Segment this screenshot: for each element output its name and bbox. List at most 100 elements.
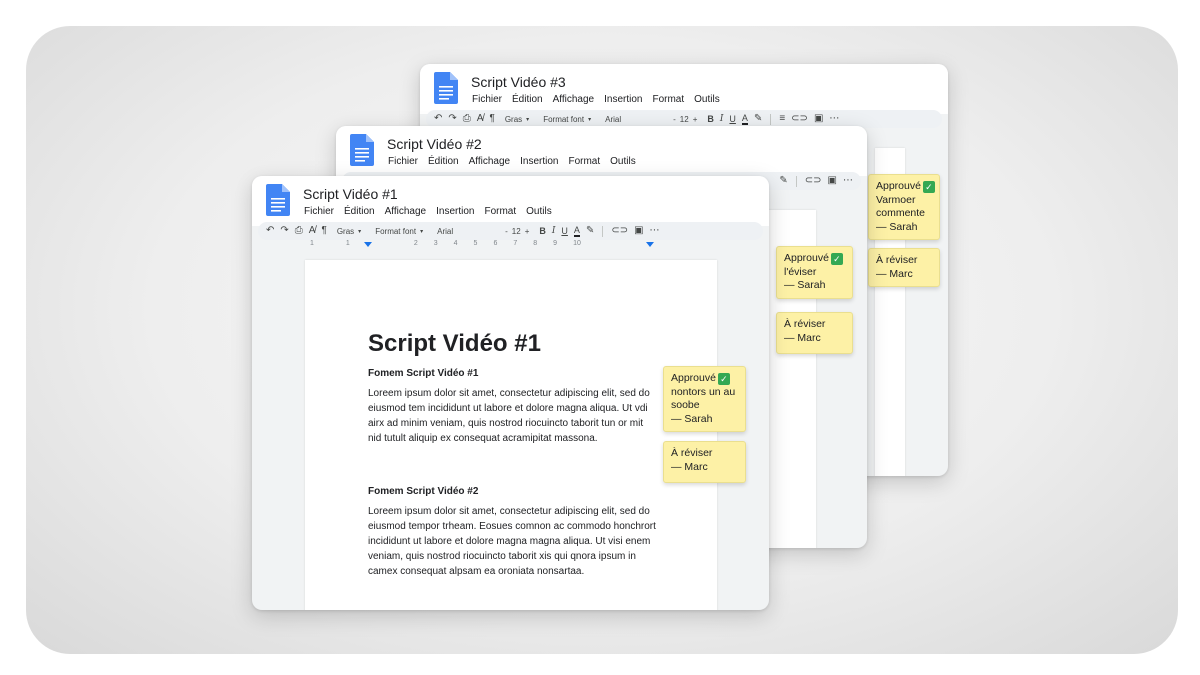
underline-button[interactable]: U bbox=[729, 114, 736, 124]
font-select[interactable]: Arial bbox=[601, 115, 663, 124]
bold-button[interactable]: B bbox=[539, 226, 546, 236]
redo-icon[interactable]: ↷ bbox=[280, 222, 288, 240]
chevron-down-icon: ▾ bbox=[420, 228, 424, 235]
comment-status: Approuvé bbox=[876, 180, 921, 192]
menu-edition[interactable]: Édition bbox=[343, 206, 376, 217]
comment-line: nontors un au bbox=[671, 385, 736, 398]
comment-revise[interactable]: À réviser — Marc bbox=[663, 441, 746, 483]
highlight-icon[interactable]: ✎ bbox=[779, 172, 787, 190]
menu-affichage[interactable]: Affichage bbox=[552, 94, 596, 105]
text-color-button[interactable]: A bbox=[741, 113, 748, 125]
check-icon: ✓ bbox=[922, 181, 935, 193]
comment-revise[interactable]: À réviser — Marc bbox=[776, 312, 853, 354]
menu-affichage[interactable]: Affichage bbox=[384, 206, 428, 217]
ruler-number: 4 bbox=[453, 240, 458, 247]
menu-fichier[interactable]: Fichier bbox=[303, 206, 335, 217]
comment-revise[interactable]: À réviser — Marc bbox=[868, 248, 940, 287]
menu-outils[interactable]: Outils bbox=[609, 156, 637, 167]
comment-line: Approuvé ✓ bbox=[784, 252, 845, 266]
toolbar-divider bbox=[795, 175, 797, 187]
format-select-value: Format font bbox=[375, 226, 417, 236]
comment-approved[interactable]: Approuvé ✓ nontors un au soobe — Sarah bbox=[663, 366, 746, 432]
ruler[interactable]: 1 1 2 3 4 5 6 7 8 9 10 bbox=[252, 240, 769, 250]
google-docs-icon[interactable] bbox=[266, 184, 290, 216]
menu-edition[interactable]: Édition bbox=[427, 156, 460, 167]
check-icon: ✓ bbox=[717, 373, 730, 385]
highlight-icon[interactable]: ✎ bbox=[586, 222, 594, 240]
italic-button[interactable]: I bbox=[720, 114, 724, 124]
font-size-field[interactable]: -12 + bbox=[501, 227, 533, 236]
chevron-down-icon: ▾ bbox=[588, 116, 592, 123]
text-color-button[interactable]: A bbox=[573, 225, 580, 237]
style-select[interactable]: Gras ▾ bbox=[501, 115, 533, 124]
doc-window-1[interactable]: Script Vidéo #1 Fichier Édition Affichag… bbox=[252, 176, 769, 610]
menu-fichier[interactable]: Fichier bbox=[387, 156, 419, 167]
menu-fichier[interactable]: Fichier bbox=[471, 94, 503, 105]
ruler-number: 2 bbox=[413, 240, 418, 247]
menu-bar: Fichier Édition Affichage Insertion Form… bbox=[471, 94, 721, 105]
document-title[interactable]: Script Vidéo #1 bbox=[303, 186, 398, 202]
google-docs-icon[interactable] bbox=[434, 72, 458, 104]
menu-insertion[interactable]: Insertion bbox=[435, 206, 475, 217]
menu-affichage[interactable]: Affichage bbox=[468, 156, 512, 167]
font-size-increase-icon[interactable]: + bbox=[525, 227, 530, 236]
menu-outils[interactable]: Outils bbox=[693, 94, 721, 105]
comment-line: Varmoer bbox=[876, 193, 916, 206]
comment-line: soobe bbox=[671, 399, 700, 411]
menu-edition[interactable]: Édition bbox=[511, 94, 544, 105]
italic-button[interactable]: I bbox=[552, 226, 556, 236]
ruler-number: 10 bbox=[573, 240, 581, 247]
format-select[interactable]: Format font ▾ bbox=[539, 115, 595, 124]
font-select-value: Arial bbox=[605, 114, 622, 124]
comment-author: — Sarah bbox=[671, 412, 713, 425]
ruler-number: 7 bbox=[513, 240, 518, 247]
menu-insertion[interactable]: Insertion bbox=[519, 156, 559, 167]
toolbar-divider bbox=[602, 225, 604, 237]
comment-line: commente bbox=[876, 207, 926, 219]
google-docs-icon[interactable] bbox=[350, 134, 374, 166]
more-icon[interactable]: ⋯ bbox=[650, 222, 660, 240]
format-select[interactable]: Format font ▾ bbox=[371, 227, 427, 236]
comment-approved[interactable]: Approuvé ✓ Varmoer commente — Sarah bbox=[868, 174, 940, 240]
style-select-value: Gras bbox=[504, 114, 523, 124]
font-size-decrease-icon[interactable]: - bbox=[673, 115, 676, 124]
underline-button[interactable]: U bbox=[561, 226, 568, 236]
menu-format[interactable]: Format bbox=[651, 94, 685, 105]
font-size-field[interactable]: -12 + bbox=[669, 115, 701, 124]
toolbar-divider bbox=[770, 113, 772, 125]
document-page[interactable]: Script Vidéo #1 Fomem Script Vidéo #1 Lo… bbox=[305, 260, 717, 610]
comment-approved[interactable]: Approuvé ✓ l'éviser — Sarah bbox=[776, 246, 853, 299]
ruler-right-marker[interactable] bbox=[646, 242, 654, 247]
font-size-value: 12 bbox=[679, 114, 689, 124]
comment-status: À réviser bbox=[784, 318, 826, 330]
ruler-number: 8 bbox=[533, 240, 538, 247]
chevron-down-icon: ▾ bbox=[526, 116, 530, 123]
paint-format-icon[interactable]: ¶ bbox=[321, 222, 326, 240]
menu-insertion[interactable]: Insertion bbox=[603, 94, 643, 105]
more-icon[interactable]: ⋯ bbox=[843, 172, 853, 190]
font-select[interactable]: Arial bbox=[433, 227, 495, 236]
check-icon: ✓ bbox=[830, 253, 843, 265]
ruler-number: 5 bbox=[473, 240, 478, 247]
menu-format[interactable]: Format bbox=[567, 156, 601, 167]
link-icon[interactable]: ⊂⊃ bbox=[611, 222, 628, 240]
menu-format[interactable]: Format bbox=[483, 206, 517, 217]
print-icon[interactable]: ⎙ bbox=[295, 222, 303, 240]
document-title[interactable]: Script Vidéo #2 bbox=[387, 136, 482, 152]
font-size-decrease-icon[interactable]: - bbox=[505, 227, 508, 236]
style-select-value: Gras bbox=[336, 226, 355, 236]
undo-icon[interactable]: ↶ bbox=[266, 222, 274, 240]
section-body: Loreem ipsum dolor sit amet, consectetur… bbox=[368, 506, 656, 577]
bold-button[interactable]: B bbox=[707, 114, 714, 124]
font-size-increase-icon[interactable]: + bbox=[693, 115, 698, 124]
menu-outils[interactable]: Outils bbox=[525, 206, 553, 217]
titlebar: Script Vidéo #2 Fichier Édition Affichag… bbox=[336, 126, 867, 176]
titlebar: Script Vidéo #3 Fichier Édition Affichag… bbox=[420, 64, 948, 114]
font-select-value: Arial bbox=[437, 226, 454, 236]
spellcheck-icon[interactable]: A̸ bbox=[309, 222, 316, 240]
image-icon[interactable]: ▣ bbox=[828, 172, 837, 190]
link-icon[interactable]: ⊂⊃ bbox=[805, 172, 822, 190]
image-icon[interactable]: ▣ bbox=[634, 222, 643, 240]
style-select[interactable]: Gras ▾ bbox=[333, 227, 365, 236]
document-title[interactable]: Script Vidéo #3 bbox=[471, 74, 566, 90]
